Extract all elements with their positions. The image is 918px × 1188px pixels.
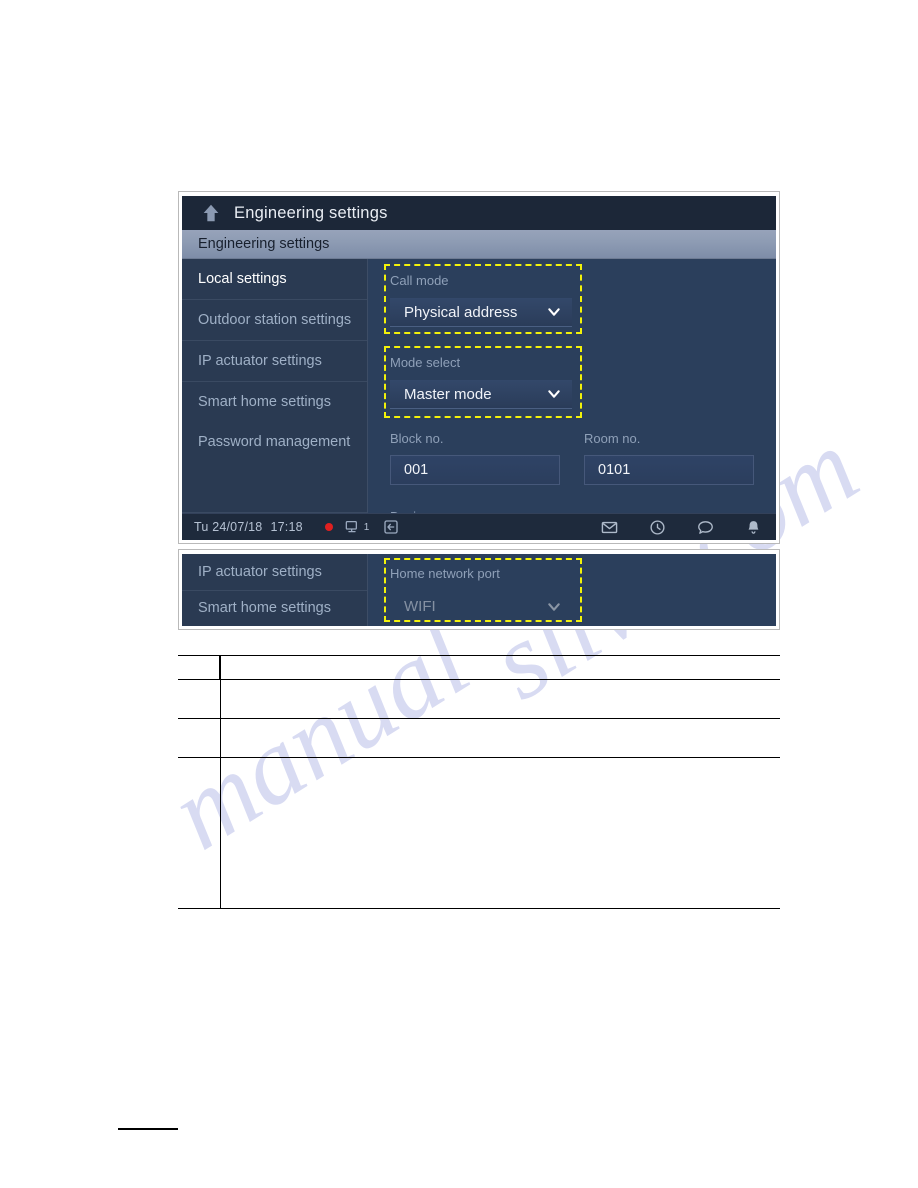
monitor-icon[interactable] <box>345 519 361 535</box>
device-screen-secondary: IP actuator settings Smart home settings… <box>182 554 776 626</box>
table-cell-body <box>219 718 780 758</box>
table-cell-body <box>219 655 780 680</box>
table-row <box>178 679 780 719</box>
status-bar-right <box>601 519 762 536</box>
room-no-input[interactable]: 0101 <box>584 455 754 485</box>
table-cell-index <box>178 655 220 680</box>
chevron-down-icon <box>546 386 562 402</box>
sidebar-item-label: Outdoor station settings <box>198 312 352 328</box>
table-cell-index <box>178 757 220 909</box>
logout-icon[interactable] <box>383 519 399 535</box>
settings-content-secondary: Home network port WIFI <box>368 554 776 626</box>
table-cell-index <box>178 718 220 758</box>
status-time: 17:18 <box>270 520 303 534</box>
sidebar-filler <box>182 462 367 512</box>
sidebar-item-smart-home-settings[interactable]: Smart home settings <box>182 382 367 422</box>
mode-select-dropdown[interactable]: Master mode <box>390 380 572 409</box>
record-dot-icon <box>324 523 333 531</box>
sidebar-divider <box>182 512 367 513</box>
device-body: Local settings Outdoor station settings … <box>182 259 776 513</box>
mode-select-field: Mode select Master mode <box>390 355 572 409</box>
device-no-label: Device no. <box>390 509 451 513</box>
table-row <box>178 757 780 909</box>
block-no-input[interactable]: 001 <box>390 455 560 485</box>
footer-rule <box>118 1128 178 1130</box>
sidebar-item-label: Smart home settings <box>198 394 331 410</box>
breadcrumb-label: Engineering settings <box>198 236 330 252</box>
home-network-port-field: Home network port WIFI <box>390 566 572 621</box>
up-arrow-icon[interactable] <box>200 202 222 224</box>
breadcrumb[interactable]: Engineering settings <box>182 230 776 259</box>
table-row <box>178 718 780 758</box>
sidebar-item-password-management[interactable]: Password management <box>182 422 367 462</box>
room-no-value: 0101 <box>598 462 631 478</box>
table-cell-body <box>219 757 780 909</box>
call-mode-field: Call mode Physical address <box>390 273 572 327</box>
chat-icon[interactable] <box>697 519 714 536</box>
room-no-label: Room no. <box>584 431 641 446</box>
block-no-label: Block no. <box>390 431 444 446</box>
device-panel-main: Engineering settings Engineering setting… <box>178 191 780 544</box>
sidebar-item-label: Password management <box>198 434 351 450</box>
room-no-field: Room no. 0101 <box>584 431 754 485</box>
status-bar: Tu 24/07/18 17:18 1 <box>182 513 776 540</box>
block-no-field: Block no. 001 <box>390 431 560 485</box>
sidebar-item-local-settings[interactable]: Local settings <box>182 259 367 299</box>
sidebar-item-label: Smart home settings <box>198 600 331 617</box>
status-bar-left: Tu 24/07/18 17:18 1 <box>194 519 601 535</box>
table-cell-body <box>219 679 780 719</box>
document-page: manual slive.com Engineering settings <box>0 0 918 1188</box>
block-no-value: 001 <box>404 462 429 478</box>
settings-content: Call mode Physical address Mode select M… <box>368 259 776 513</box>
sidebar: Local settings Outdoor station settings … <box>182 259 368 513</box>
status-date: Tu 24/07/18 <box>194 520 263 534</box>
device-screenshot-figure: Engineering settings Engineering setting… <box>178 191 780 630</box>
home-network-port-dropdown[interactable]: WIFI <box>390 592 572 621</box>
sidebar-item-label: IP actuator settings <box>198 563 322 580</box>
bell-icon[interactable] <box>745 519 762 536</box>
device-panel-secondary: IP actuator settings Smart home settings… <box>178 549 780 630</box>
table-cell-index <box>178 679 220 719</box>
sidebar-secondary: IP actuator settings Smart home settings <box>182 554 368 626</box>
table-row <box>178 655 780 680</box>
call-mode-dropdown[interactable]: Physical address <box>390 298 572 327</box>
home-network-port-label: Home network port <box>390 566 500 581</box>
call-mode-label: Call mode <box>390 273 449 288</box>
mode-select-value: Master mode <box>404 385 492 403</box>
device-titlebar: Engineering settings <box>182 196 776 230</box>
sidebar-item-outdoor-station-settings[interactable]: Outdoor station settings <box>182 300 367 340</box>
sidebar-item-ip-actuator-settings[interactable]: IP actuator settings <box>182 554 367 590</box>
page-title: Engineering settings <box>234 203 388 222</box>
chevron-down-icon <box>546 304 562 320</box>
mode-select-label: Mode select <box>390 355 461 370</box>
chevron-down-icon <box>546 599 562 615</box>
sidebar-item-label: Local settings <box>198 271 287 287</box>
device-screen: Engineering settings Engineering setting… <box>182 196 776 540</box>
sidebar-item-smart-home-settings[interactable]: Smart home settings <box>182 590 367 626</box>
home-network-port-value: WIFI <box>404 598 436 615</box>
monitor-count: 1 <box>363 521 370 533</box>
sidebar-item-ip-actuator-settings[interactable]: IP actuator settings <box>182 341 367 381</box>
device-no-field: Device no. <box>390 509 451 513</box>
sidebar-item-label: IP actuator settings <box>198 353 322 369</box>
clock-icon[interactable] <box>649 519 666 536</box>
mail-icon[interactable] <box>601 519 618 536</box>
content-table <box>178 655 780 909</box>
call-mode-value: Physical address <box>404 303 518 321</box>
